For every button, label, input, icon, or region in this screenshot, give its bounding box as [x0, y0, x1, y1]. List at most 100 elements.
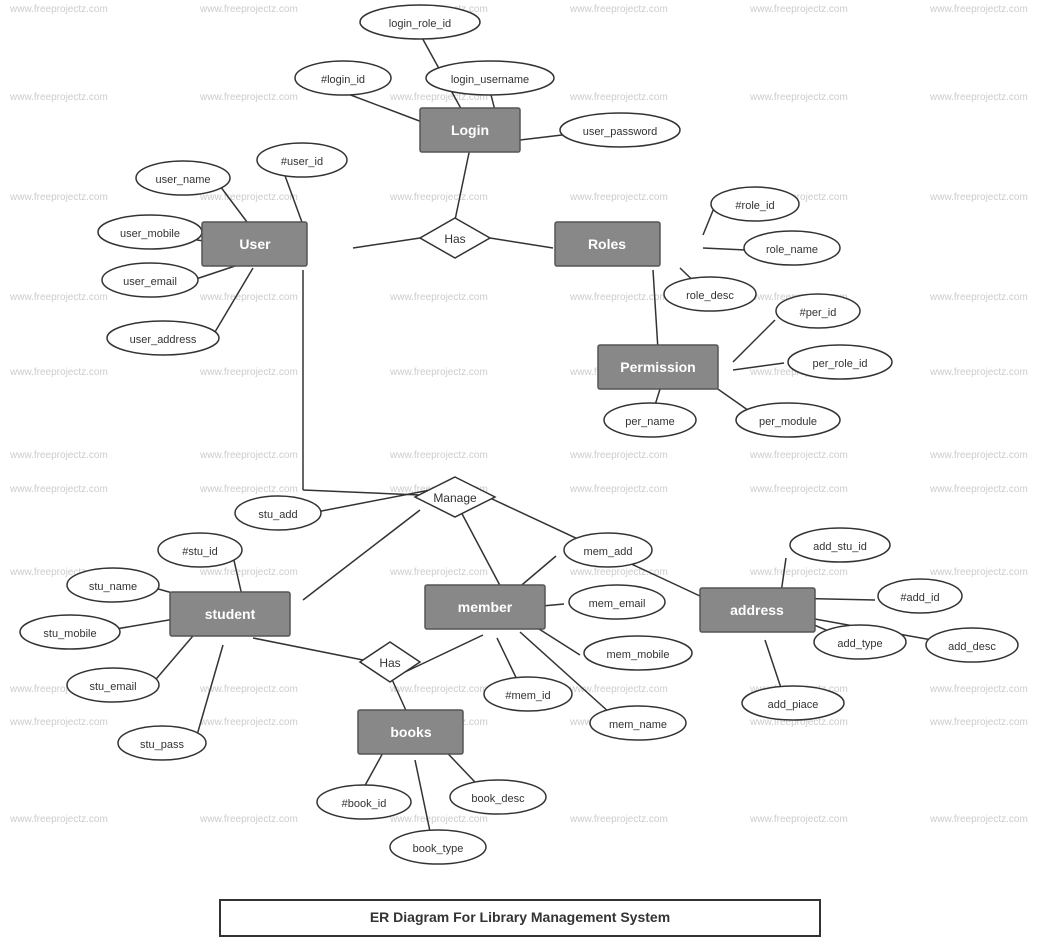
entity-student-label: student: [205, 606, 256, 622]
watermark: www.freeprojectz.com: [199, 4, 298, 15]
watermark: www.freeprojectz.com: [569, 292, 668, 303]
attr-per-name-label: per_name: [625, 416, 675, 428]
watermark: www.freeprojectz.com: [749, 567, 848, 578]
watermark: www.freeprojectz.com: [9, 367, 108, 378]
entity-address-label: address: [730, 602, 784, 618]
watermark: www.freeprojectz.com: [569, 4, 668, 15]
watermark: www.freeprojectz.com: [929, 450, 1028, 461]
attr-book-type-label: book_type: [413, 843, 464, 855]
title-text: ER Diagram For Library Management System: [370, 909, 670, 925]
watermark: www.freeprojectz.com: [929, 92, 1028, 103]
watermark: www.freeprojectz.com: [749, 450, 848, 461]
attr-per-id-label: #per_id: [800, 307, 837, 319]
watermark: www.freeprojectz.com: [749, 814, 848, 825]
watermark: www.freeprojectz.com: [199, 367, 298, 378]
attr-stu-name-label: stu_name: [89, 581, 137, 593]
watermark: www.freeprojectz.com: [929, 717, 1028, 728]
watermark: www.freeprojectz.com: [749, 4, 848, 15]
attr-stu-pass-label: stu_pass: [140, 739, 185, 751]
watermark: www.freeprojectz.com: [749, 92, 848, 103]
attr-add-place-label: add_piace: [768, 699, 819, 711]
relationship-has-login-label: Has: [444, 232, 465, 246]
watermark: www.freeprojectz.com: [569, 192, 668, 203]
watermark: www.freeprojectz.com: [929, 192, 1028, 203]
watermark: www.freeprojectz.com: [199, 192, 298, 203]
entity-login-label: Login: [451, 122, 489, 138]
attr-stu-add-label: stu_add: [258, 509, 297, 521]
attr-per-role-id-label: per_role_id: [812, 358, 867, 370]
attr-stu-email-label: stu_email: [89, 681, 136, 693]
attr-user-mobile-label: user_mobile: [120, 228, 180, 240]
watermark: www.freeprojectz.com: [199, 92, 298, 103]
watermark: www.freeprojectz.com: [389, 192, 488, 203]
watermark: www.freeprojectz.com: [569, 484, 668, 495]
watermark: www.freeprojectz.com: [9, 484, 108, 495]
attr-user-email-label: user_email: [123, 276, 177, 288]
attr-add-type-label: add_type: [837, 638, 882, 650]
attr-login-role-id-label: login_role_id: [389, 18, 451, 30]
watermark: www.freeprojectz.com: [569, 92, 668, 103]
watermark: www.freeprojectz.com: [9, 814, 108, 825]
watermark: www.freeprojectz.com: [199, 450, 298, 461]
watermark: www.freeprojectz.com: [9, 92, 108, 103]
entity-roles-label: Roles: [588, 236, 626, 252]
watermark: www.freeprojectz.com: [199, 292, 298, 303]
attr-user-address-label: user_address: [130, 334, 197, 346]
attr-role-desc-label: role_desc: [686, 290, 734, 302]
watermark: www.freeprojectz.com: [389, 367, 488, 378]
watermark: www.freeprojectz.com: [9, 450, 108, 461]
attr-book-id-label: #book_id: [342, 798, 387, 810]
watermark: www.freeprojectz.com: [9, 717, 108, 728]
attr-user-id-label: #user_id: [281, 156, 323, 168]
watermark: www.freeprojectz.com: [389, 450, 488, 461]
watermark: www.freeprojectz.com: [9, 192, 108, 203]
watermark: www.freeprojectz.com: [9, 292, 108, 303]
watermark: www.freeprojectz.com: [389, 684, 488, 695]
watermark: www.freeprojectz.com: [929, 684, 1028, 695]
attr-add-desc-label: add_desc: [948, 641, 996, 653]
watermark: www.freeprojectz.com: [929, 484, 1028, 495]
watermark: www.freeprojectz.com: [9, 4, 108, 15]
watermark: www.freeprojectz.com: [929, 814, 1028, 825]
attr-per-module-label: per_module: [759, 416, 817, 428]
watermark: www.freeprojectz.com: [929, 367, 1028, 378]
attr-add-stu-id-label: add_stu_id: [813, 541, 867, 553]
entity-user-label: User: [239, 236, 271, 252]
watermark: www.freeprojectz.com: [389, 292, 488, 303]
watermark: www.freeprojectz.com: [929, 4, 1028, 15]
watermark: www.freeprojectz.com: [199, 814, 298, 825]
watermark: www.freeprojectz.com: [199, 567, 298, 578]
watermark: www.freeprojectz.com: [569, 450, 668, 461]
watermark: www.freeprojectz.com: [389, 814, 488, 825]
watermark: www.freeprojectz.com: [199, 684, 298, 695]
entity-permission-label: Permission: [620, 359, 695, 375]
attr-stu-id-label: #stu_id: [182, 546, 217, 558]
attr-stu-mobile-label: stu_mobile: [43, 628, 96, 640]
attr-mem-id-label: #mem_id: [505, 690, 550, 702]
entity-books-label: books: [390, 724, 431, 740]
attr-mem-mobile-label: mem_mobile: [607, 649, 670, 661]
watermark: www.freeprojectz.com: [199, 484, 298, 495]
attr-mem-email-label: mem_email: [589, 598, 646, 610]
entity-member-label: member: [458, 599, 513, 615]
attr-add-id-label: #add_id: [900, 592, 939, 604]
watermark: www.freeprojectz.com: [929, 567, 1028, 578]
attr-user-password-label: user_password: [583, 126, 658, 138]
er-diagram: www.freeprojectz.com www.freeprojectz.co…: [0, 0, 1039, 941]
attr-mem-name-label: mem_name: [609, 719, 667, 731]
relationship-has-books-label: Has: [379, 656, 400, 670]
watermark: www.freeprojectz.com: [749, 484, 848, 495]
relationship-manage-label: Manage: [433, 491, 477, 505]
attr-user-name-label: user_name: [155, 174, 210, 186]
attr-mem-add-label: mem_add: [584, 546, 633, 558]
attr-book-desc-label: book_desc: [471, 793, 525, 805]
watermark: www.freeprojectz.com: [929, 292, 1028, 303]
watermark: www.freeprojectz.com: [569, 567, 668, 578]
attr-login-username-label: login_username: [451, 74, 529, 86]
watermark: www.freeprojectz.com: [199, 717, 298, 728]
attr-role-id-label: #role_id: [735, 200, 774, 212]
attr-role-name-label: role_name: [766, 244, 818, 256]
watermark: www.freeprojectz.com: [569, 814, 668, 825]
attr-login-id-label: #login_id: [321, 74, 365, 86]
watermark: www.freeprojectz.com: [389, 567, 488, 578]
